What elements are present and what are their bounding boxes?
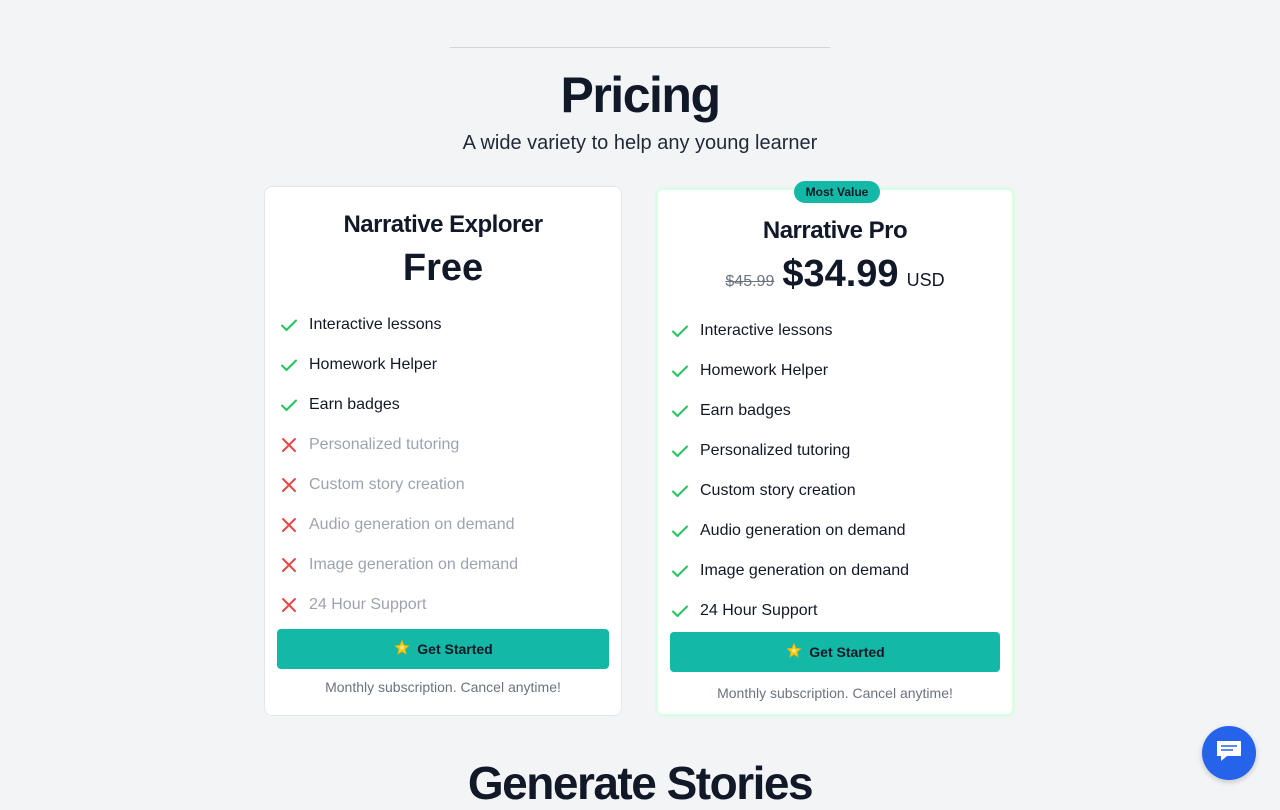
x-icon: [279, 555, 299, 575]
feature-item: Custom story creation: [279, 465, 518, 505]
feature-item: Image generation on demand: [670, 551, 909, 591]
feature-item: Audio generation on demand: [279, 505, 518, 545]
plan-name: Narrative Pro: [762, 217, 908, 244]
feature-list: Interactive lessons Homework Helper Earn b…: [279, 305, 518, 625]
chat-button[interactable]: [1202, 726, 1256, 780]
check-icon: [279, 315, 299, 335]
feature-item: Earn badges: [670, 391, 909, 431]
feature-label: Earn badges: [700, 402, 791, 419]
currency-label: USD: [906, 270, 945, 290]
feature-item: 24 Hour Support: [279, 585, 518, 625]
x-icon: [279, 515, 299, 535]
check-icon: [670, 481, 690, 501]
x-icon: [279, 475, 299, 495]
feature-label: 24 Hour Support: [700, 602, 818, 619]
page-subtitle: A wide variety to help any young learner: [462, 132, 818, 154]
feature-label: Interactive lessons: [700, 322, 833, 339]
check-icon: [670, 601, 690, 621]
feature-item: Homework Helper: [670, 351, 909, 391]
header-divider: [450, 47, 830, 48]
get-started-button[interactable]: Get Started: [670, 632, 1000, 672]
check-icon: [670, 321, 690, 341]
chat-bubble-icon: [1214, 737, 1244, 770]
check-icon: [670, 441, 690, 461]
feature-item: Interactive lessons: [279, 305, 518, 345]
x-icon: [279, 435, 299, 455]
check-icon: [279, 395, 299, 415]
plan-price: Free: [402, 247, 484, 289]
old-price: $45.99: [725, 273, 775, 290]
feature-item: Audio generation on demand: [670, 511, 909, 551]
section-title-generate-stories: Generate Stories: [467, 757, 814, 809]
feature-item: Custom story creation: [670, 471, 909, 511]
feature-label: Personalized tutoring: [700, 442, 851, 459]
most-value-badge: Most Value: [794, 181, 880, 203]
check-icon: [279, 355, 299, 375]
feature-item: Interactive lessons: [670, 311, 909, 351]
feature-label: Image generation on demand: [309, 556, 519, 573]
get-started-label: Get Started: [417, 641, 493, 657]
feature-list: Interactive lessons Homework Helper Earn b…: [670, 311, 909, 631]
feature-item: Personalized tutoring: [670, 431, 909, 471]
sparkle-star-icon: [393, 639, 411, 660]
feature-label: Homework Helper: [700, 362, 829, 379]
check-icon: [670, 561, 690, 581]
check-icon: [670, 521, 690, 541]
subscription-note: Monthly subscription. Cancel anytime!: [717, 685, 953, 701]
x-icon: [279, 595, 299, 615]
feature-item: Personalized tutoring: [279, 425, 518, 465]
feature-label: Earn badges: [309, 396, 400, 413]
check-icon: [670, 401, 690, 421]
plan-name: Narrative Explorer: [343, 211, 543, 238]
feature-label: Custom story creation: [700, 482, 856, 499]
sparkle-star-icon: [785, 642, 803, 663]
page-title: Pricing: [560, 67, 721, 123]
feature-item: 24 Hour Support: [670, 591, 909, 631]
feature-label: Personalized tutoring: [309, 436, 460, 453]
plan-card-explorer: Narrative Explorer Free Interactive less…: [264, 186, 622, 716]
subscription-note: Monthly subscription. Cancel anytime!: [325, 679, 561, 695]
feature-label: 24 Hour Support: [309, 596, 427, 613]
check-icon: [670, 361, 690, 381]
feature-item: Image generation on demand: [279, 545, 518, 585]
feature-item: Homework Helper: [279, 345, 518, 385]
plan-card-pro: Most Value Narrative Pro $45.99 $34.99 U…: [655, 181, 1015, 717]
feature-label: Custom story creation: [309, 476, 465, 493]
get-started-button[interactable]: Get Started: [277, 629, 609, 669]
feature-label: Audio generation on demand: [700, 522, 906, 539]
feature-item: Earn badges: [279, 385, 518, 425]
feature-label: Audio generation on demand: [309, 516, 515, 533]
feature-label: Homework Helper: [309, 356, 438, 373]
feature-label: Interactive lessons: [309, 316, 442, 333]
feature-label: Image generation on demand: [700, 562, 910, 579]
get-started-label: Get Started: [809, 644, 885, 660]
plan-price: $34.99: [782, 253, 899, 295]
price-row: $45.99 $34.99 USD: [658, 253, 1012, 296]
